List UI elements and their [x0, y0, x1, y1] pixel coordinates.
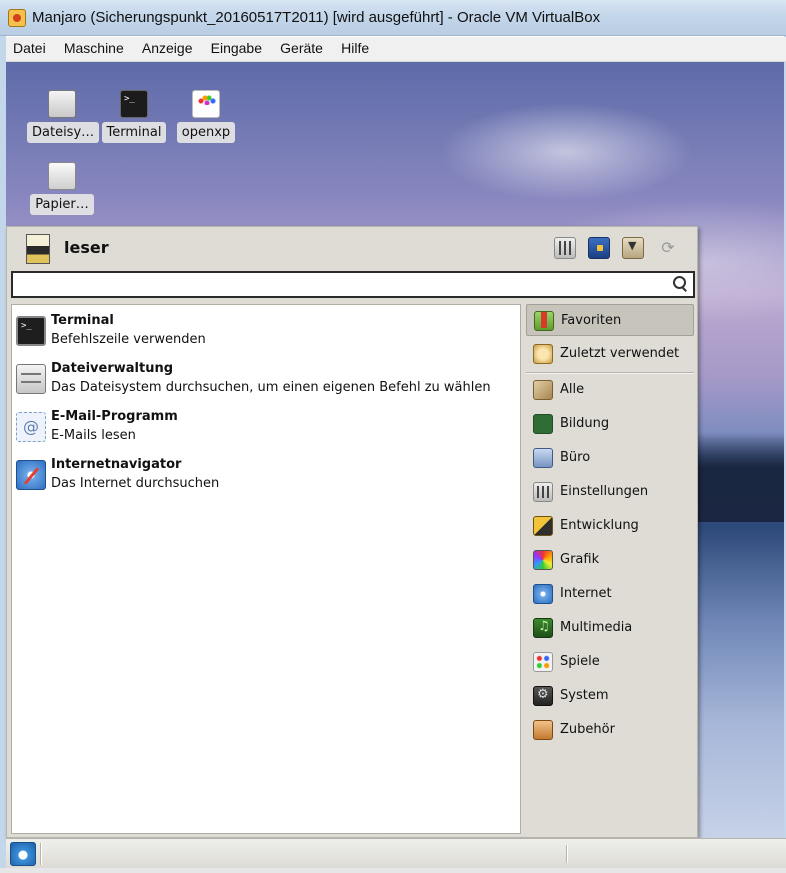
category-grafik[interactable]: Grafik [526, 544, 694, 576]
category-einstellungen[interactable]: Einstellungen [526, 476, 694, 508]
search-input[interactable] [15, 275, 665, 294]
category-label: Entwicklung [560, 518, 639, 533]
whisker-menu-icon[interactable] [10, 842, 36, 866]
settings-icon[interactable] [554, 237, 576, 259]
menu-eingabe[interactable]: Eingabe [204, 37, 269, 56]
category-label: Alle [560, 382, 585, 397]
file-manager-icon [16, 364, 46, 394]
category-system[interactable]: System [526, 680, 694, 712]
graphics-icon [533, 550, 553, 570]
desktop-icon-openxp[interactable]: openxp [171, 90, 241, 143]
host-statusbar [0, 868, 786, 873]
username: leser [64, 238, 109, 257]
favorites-icon [534, 311, 554, 331]
category-label: Büro [560, 450, 591, 465]
app-description: Befehlszeile verwenden [51, 332, 206, 347]
list-item-file-manager[interactable]: Dateiverwaltung Das Dateisystem durchsuc… [16, 359, 516, 403]
app-name: Internetnavigator [51, 457, 182, 472]
app-name: Dateiverwaltung [51, 361, 174, 376]
app-description: E-Mails lesen [51, 428, 136, 443]
drive-icon [48, 90, 76, 118]
window-title: Manjaro (Sicherungspunkt_20160517T2011) … [32, 9, 601, 26]
application-menu: leser ⟳ >_ Terminal Befehlszeile verwend… [6, 226, 698, 838]
lock-screen-icon[interactable] [588, 237, 610, 259]
app-name: Terminal [51, 313, 114, 328]
desktop-icon-label: Papier… [30, 194, 94, 215]
list-item-web-browser[interactable]: Internetnavigator Das Internet durchsuch… [16, 455, 516, 499]
mail-icon: @ [16, 412, 46, 442]
desktop-icon-terminal[interactable]: >_ Terminal [99, 90, 169, 143]
category-bildung[interactable]: Bildung [526, 408, 694, 440]
category-buero[interactable]: Büro [526, 442, 694, 474]
development-icon [533, 516, 553, 536]
category-favoriten[interactable]: Favoriten [526, 304, 694, 336]
category-panel: Favoriten Zuletzt verwendet Alle Bildung… [526, 304, 696, 834]
menu-hilfe[interactable]: Hilfe [334, 37, 376, 56]
category-label: Zubehör [560, 722, 615, 737]
desktop-icon-label: openxp [176, 122, 236, 143]
office-icon [533, 448, 553, 468]
menu-anzeige[interactable]: Anzeige [135, 37, 200, 56]
category-label: Einstellungen [560, 484, 649, 499]
app-description: Das Dateisystem durchsuchen, um einen ei… [51, 380, 491, 395]
internet-icon [533, 584, 553, 604]
category-label: Grafik [560, 552, 600, 567]
recent-icon [533, 344, 553, 364]
openxp-icon [192, 90, 220, 118]
desktop-icon-filesystem[interactable]: Dateisy… [27, 90, 100, 143]
window-titlebar[interactable]: Manjaro (Sicherungspunkt_20160517T2011) … [0, 0, 786, 36]
category-entwicklung[interactable]: Entwicklung [526, 510, 694, 542]
category-label: Bildung [560, 416, 610, 431]
accessories-icon [533, 720, 553, 740]
category-alle[interactable]: Alle [526, 374, 694, 406]
search-field[interactable] [11, 271, 695, 298]
web-browser-icon [16, 460, 46, 490]
terminal-icon: >_ [120, 90, 148, 118]
terminal-icon: >_ [16, 316, 46, 346]
games-icon [533, 652, 553, 672]
settings-icon [533, 482, 553, 502]
desktop-icon-label: Terminal [101, 122, 167, 143]
desktop-icon-label: Dateisy… [27, 122, 100, 143]
avatar [26, 234, 50, 264]
multimedia-icon [533, 618, 553, 638]
menu-geraete[interactable]: Geräte [273, 37, 330, 56]
trash-icon [48, 162, 76, 190]
category-zuletzt-verwendet[interactable]: Zuletzt verwendet [526, 338, 694, 370]
refresh-icon[interactable]: ⟳ [657, 237, 679, 259]
menubar: Datei Maschine Anzeige Eingabe Geräte Hi… [6, 37, 786, 62]
all-icon [533, 380, 553, 400]
category-label: Multimedia [560, 620, 633, 635]
search-icon [671, 275, 689, 293]
list-item-mail[interactable]: @ E-Mail-Programm E-Mails lesen [16, 407, 516, 451]
app-name: E-Mail-Programm [51, 409, 178, 424]
panel-separator [40, 843, 42, 865]
desktop-icon-trash[interactable]: Papier… [27, 162, 97, 215]
education-icon [533, 414, 553, 434]
category-zubehoer[interactable]: Zubehör [526, 714, 694, 746]
panel-separator [566, 845, 568, 863]
category-label: Favoriten [561, 313, 622, 328]
app-description: Das Internet durchsuchen [51, 476, 220, 491]
guest-taskbar [6, 838, 786, 868]
category-internet[interactable]: Internet [526, 578, 694, 610]
favorites-list: >_ Terminal Befehlszeile verwenden Datei… [11, 304, 521, 834]
category-multimedia[interactable]: Multimedia [526, 612, 694, 644]
logout-icon[interactable] [622, 237, 644, 259]
category-label: Zuletzt verwendet [560, 346, 680, 361]
virtualbox-icon [8, 9, 26, 27]
menu-maschine[interactable]: Maschine [57, 37, 131, 56]
menu-datei[interactable]: Datei [6, 37, 53, 56]
category-label: Internet [560, 586, 612, 601]
category-label: Spiele [560, 654, 600, 669]
system-icon [533, 686, 553, 706]
list-item-terminal[interactable]: >_ Terminal Befehlszeile verwenden [16, 311, 516, 355]
category-spiele[interactable]: Spiele [526, 646, 694, 678]
category-label: System [560, 688, 609, 703]
